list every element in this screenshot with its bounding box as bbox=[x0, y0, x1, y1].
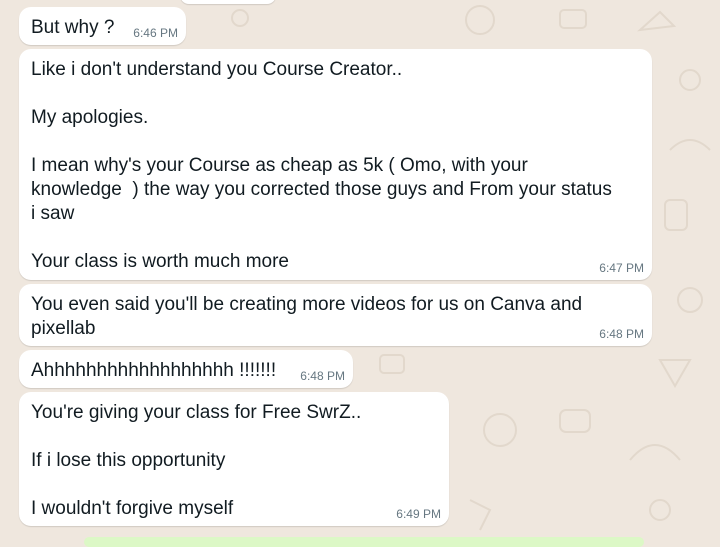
message-text: You even said you'll be creating more vi… bbox=[31, 294, 583, 339]
message-bubble[interactable]: You even said you'll be creating more vi… bbox=[19, 284, 652, 346]
previous-message-bubble-edge bbox=[180, 0, 276, 4]
message-bubble[interactable]: Ahhhhhhhhhhhhhhhhhh !!!!!!! 6:48 PM bbox=[19, 350, 353, 388]
message-text: You're giving your class for Free SwrZ..… bbox=[31, 402, 362, 519]
message-timestamp: 6:48 PM bbox=[300, 369, 345, 383]
message-timestamp: 6:48 PM bbox=[599, 327, 644, 341]
message-text: Ahhhhhhhhhhhhhhhhhh !!!!!!! bbox=[31, 360, 277, 381]
next-message-bubble-edge bbox=[84, 537, 644, 547]
message-timestamp: 6:49 PM bbox=[396, 507, 441, 521]
message-timestamp: 6:46 PM bbox=[133, 26, 178, 40]
message-text: Like i don't understand you Course Creat… bbox=[31, 59, 612, 272]
message-bubble[interactable]: You're giving your class for Free SwrZ..… bbox=[19, 392, 449, 526]
message-bubble[interactable]: But why ? 6:46 PM bbox=[19, 7, 186, 45]
message-bubble[interactable]: Like i don't understand you Course Creat… bbox=[19, 49, 652, 280]
message-timestamp: 6:47 PM bbox=[599, 261, 644, 275]
